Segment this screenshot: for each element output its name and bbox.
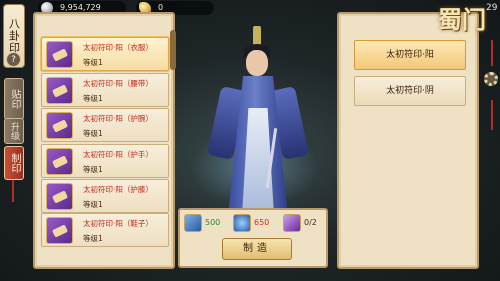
tab-attach-seal[interactable]: 贴印 [4,78,24,120]
seal-scroll-icon [46,77,73,104]
seal-scroll-icon [46,148,73,175]
seal-item-shoes[interactable]: 太初符印·阳（鞋子） 等级1 [41,213,169,247]
corner-counter: 29 [486,3,498,13]
seal-item-name: 太初符印·阳（腰带） [83,79,153,88]
material-slot-orb[interactable]: 650 [233,212,277,234]
seal-item-name: 太初符印·阳（衣服） [83,43,153,52]
craft-button[interactable]: 制造 [222,238,292,260]
seal-scroll-icon [46,112,73,139]
hero-character [180,18,330,218]
silver-amount: 9,954,729 [60,3,101,12]
scroll-material-icon [184,214,202,232]
seal-item-name: 太初符印·阳（护腕） [83,114,153,123]
right-tassel-decoration [491,40,493,66]
seal-list-scrollbar[interactable] [170,30,176,70]
seal-item-level: 等级1 [83,94,103,103]
material-slot-token[interactable]: 0/2 [283,212,327,234]
seal-scroll-icon [46,41,73,68]
right-tassel-decoration [491,100,493,130]
tab-craft-seal[interactable]: 制印 [4,146,24,180]
bagua-seal-title-text: 八卦印 [7,18,21,54]
hero-head [246,50,268,76]
seal-item-name: 太初符印·阳（鞋子） [83,219,153,228]
seal-item-level: 等级1 [83,129,103,138]
seal-item-level: 等级1 [83,234,103,243]
tab-upgrade[interactable]: 升级 [4,118,24,144]
seal-item-level: 等级1 [83,200,103,209]
material-amount: 650 [254,218,270,227]
seal-scroll-icon [46,183,73,210]
seal-item-level: 等级1 [83,58,103,67]
gear-icon[interactable] [484,72,498,86]
hero-crown [253,26,261,46]
seal-item-name: 太初符印·阳（护膝） [83,185,153,194]
seal-item-level: 等级1 [83,165,103,174]
material-amount: 500 [205,218,221,227]
gold-amount: 0 [158,3,164,12]
seal-item-name: 太初符印·阳（护手） [83,150,153,159]
tab-upgrade-label: 升级 [9,122,19,140]
material-amount: 0/2 [304,218,317,227]
left-tassel-decoration [12,180,14,202]
seal-type-yin[interactable]: 太初符印·阴 [354,76,466,106]
tab-attach-seal-label: 贴印 [9,89,20,109]
seal-item-gloves[interactable]: 太初符印·阳（护手） 等级1 [41,144,169,178]
seal-item-belt[interactable]: 太初符印·阳（腰带） 等级1 [41,73,169,107]
token-material-icon [283,214,301,232]
seal-type-yang[interactable]: 太初符印·阳 [354,40,466,70]
seal-scroll-icon [46,217,73,244]
material-slot-scroll[interactable]: 500 [184,212,228,234]
orb-material-icon [233,214,251,232]
game-logo-subtitle: 手游 [462,33,475,40]
tab-craft-seal-label: 制印 [9,153,20,173]
seal-item-clothes[interactable]: 太初符印·阳（衣服） 等级1 [41,37,169,71]
seal-item-kneepads[interactable]: 太初符印·阳（护膝） 等级1 [41,179,169,213]
help-button[interactable]: ? [6,52,21,67]
seal-item-bracer[interactable]: 太初符印·阳（护腕） 等级1 [41,108,169,142]
